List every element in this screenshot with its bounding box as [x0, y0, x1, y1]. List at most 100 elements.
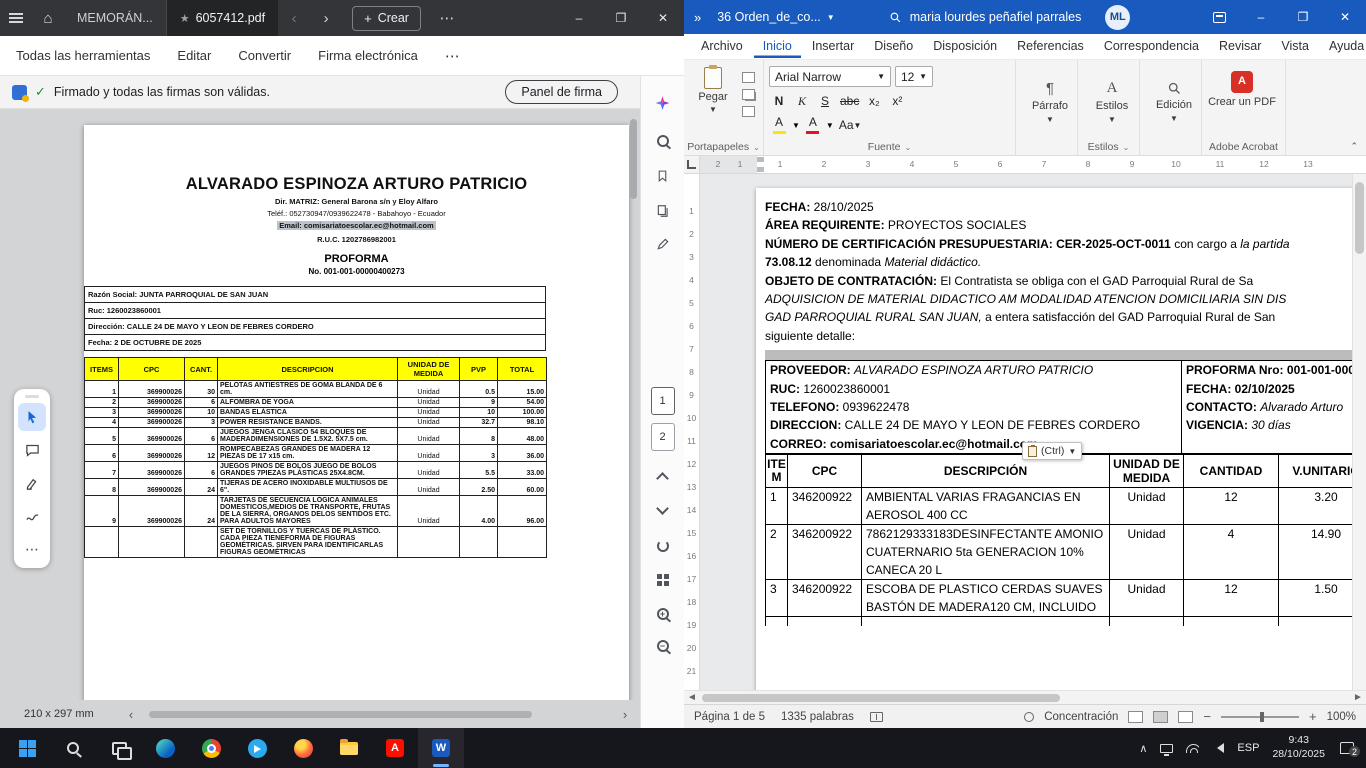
scroll-left-button[interactable]: ‹ — [124, 707, 138, 722]
word-horizontal-scrollbar[interactable]: ◄ ► — [684, 690, 1366, 704]
superscript-button[interactable]: x² — [887, 91, 907, 111]
web-layout-button[interactable] — [1178, 711, 1193, 723]
ribbon-tab-disposición[interactable]: Disposición — [924, 35, 1006, 58]
acrobat-home-button[interactable]: ⌂ — [32, 0, 64, 36]
bookmarks-button[interactable] — [648, 161, 678, 191]
ribbon-tab-correspondencia[interactable]: Correspondencia — [1095, 35, 1208, 58]
minimize-button[interactable]: – — [558, 0, 600, 36]
chrome-taskbar-button[interactable] — [188, 728, 234, 768]
page-box-1[interactable]: 1 — [651, 387, 675, 415]
paragraph-group-button[interactable]: ¶ Párrafo ▼ — [1021, 68, 1079, 136]
font-size-select[interactable]: 12▼ — [895, 66, 933, 87]
editing-group-button[interactable]: Edición ▼ — [1145, 68, 1203, 136]
ribbon-tab-diseño[interactable]: Diseño — [865, 35, 922, 58]
font-name-select[interactable]: Arial Narrow▼ — [769, 66, 891, 87]
dialog-launcher-icon[interactable]: ⌄ — [753, 143, 760, 152]
subscript-button[interactable]: x₂ — [864, 91, 884, 111]
clock[interactable]: 9:43 28/10/2025 — [1272, 734, 1325, 761]
vertical-ruler[interactable]: 123456789101112131415161718192021 — [684, 174, 700, 690]
forward-button[interactable]: › — [310, 0, 342, 36]
page-view-button[interactable] — [648, 565, 678, 595]
acrobat-taskbar-button[interactable]: A — [372, 728, 418, 768]
dialog-launcher-icon[interactable]: ⌄ — [905, 143, 912, 152]
ribbon-tab-inicio[interactable]: Inicio — [754, 35, 801, 58]
hidden-icons-button[interactable]: ∧ — [1139, 742, 1147, 755]
ribbon-tab-referencias[interactable]: Referencias — [1008, 35, 1093, 58]
back-button[interactable]: ‹ — [278, 0, 310, 36]
document-title[interactable]: 36 Orden_de_co...▼ — [717, 10, 834, 24]
menubar-item[interactable]: Todas las herramientas — [16, 48, 150, 63]
wifi-icon[interactable] — [1186, 743, 1199, 753]
zoom-in-button[interactable]: + — [1309, 709, 1317, 724]
dialog-launcher-icon[interactable]: ⌄ — [1123, 143, 1130, 152]
rotate-page-button[interactable] — [648, 531, 678, 561]
highlight-tool-button[interactable] — [18, 469, 46, 497]
ribbon-tab-revisar[interactable]: Revisar — [1210, 35, 1270, 58]
zoom-slider-thumb[interactable] — [1260, 712, 1264, 722]
pdf-vertical-scrollbar[interactable] — [630, 119, 637, 199]
pdf-horizontal-scrollbar[interactable] — [144, 710, 612, 719]
ribbon-tab-archivo[interactable]: Archivo — [692, 35, 752, 58]
quick-access-overflow-button[interactable]: » — [694, 10, 701, 25]
titlebar-more-button[interactable]: ⋯ — [431, 0, 463, 36]
tab-memorandum[interactable]: MEMORÁN... — [64, 0, 167, 36]
tab-pdf[interactable]: ★6057412.pdf — [167, 0, 278, 36]
paste-button[interactable]: Pegar ▼ — [691, 67, 735, 137]
menubar-item[interactable]: Editar — [177, 48, 211, 63]
scroll-right-button[interactable]: › — [618, 707, 632, 722]
italic-button[interactable]: K — [792, 91, 812, 111]
print-layout-button[interactable] — [1153, 711, 1168, 723]
task-view-taskbar-button[interactable] — [96, 728, 142, 768]
start-taskbar-button[interactable] — [4, 728, 50, 768]
scroll-right-button[interactable]: ► — [1350, 692, 1366, 703]
previous-page-button[interactable] — [648, 463, 678, 493]
next-page-button[interactable] — [648, 493, 678, 523]
ribbon-tab-insertar[interactable]: Insertar — [803, 35, 863, 58]
maximize-button[interactable]: ❐ — [1282, 0, 1324, 34]
close-button[interactable]: ✕ — [642, 0, 684, 36]
bold-button[interactable]: N — [769, 91, 789, 111]
close-button[interactable]: ✕ — [1324, 0, 1366, 34]
scrollbar-thumb[interactable] — [1355, 182, 1364, 254]
select-tool-button[interactable] — [18, 403, 46, 431]
search-document-button[interactable] — [648, 126, 678, 156]
draw-tool-button[interactable] — [18, 502, 46, 530]
display-icon[interactable] — [1160, 744, 1173, 753]
scrollbar-thumb[interactable] — [149, 711, 533, 718]
language-indicator[interactable]: ESP — [1237, 742, 1259, 754]
paste-options-button[interactable]: (Ctrl) ▼ — [1022, 442, 1082, 460]
cut-icon[interactable] — [742, 72, 755, 83]
scrollbar-thumb[interactable] — [702, 694, 1060, 702]
word-page[interactable]: FECHA: 28/10/2025ÁREA REQUIRENTE: PROYEC… — [756, 188, 1366, 690]
comment-tool-button[interactable] — [18, 436, 46, 464]
acrobat-menu-button[interactable] — [0, 0, 32, 36]
word-taskbar-button[interactable]: W — [418, 728, 464, 768]
maximize-button[interactable]: ❐ — [600, 0, 642, 36]
page-box-2[interactable]: 2 — [651, 423, 675, 451]
edge-taskbar-button[interactable] — [142, 728, 188, 768]
proofing-icon[interactable] — [870, 712, 883, 722]
styles-group-button[interactable]: A Estilos ▼ — [1083, 68, 1141, 136]
change-case-button[interactable]: Aa▼ — [837, 115, 864, 135]
text-highlight-button[interactable]: A — [769, 115, 789, 135]
minimize-button[interactable]: – — [1240, 0, 1282, 34]
focus-mode-button[interactable]: Concentración — [1044, 711, 1118, 723]
create-button[interactable]: +Crear — [352, 6, 421, 31]
zoom-slider[interactable] — [1221, 716, 1299, 718]
telegram-taskbar-button[interactable] — [234, 728, 280, 768]
file-explorer-taskbar-button[interactable] — [326, 728, 372, 768]
collapse-ribbon-button[interactable]: ⌃ — [1350, 141, 1358, 152]
signature-panel-button[interactable]: Panel de firma — [505, 80, 618, 104]
copy-icon[interactable] — [742, 89, 755, 100]
format-painter-icon[interactable] — [742, 106, 755, 117]
create-pdf-button[interactable]: A Crear un PDF — [1207, 71, 1277, 109]
page-indicator[interactable]: Página 1 de 5 — [694, 711, 765, 723]
volume-icon[interactable] — [1212, 743, 1224, 753]
firefox-taskbar-button[interactable] — [280, 728, 326, 768]
underline-button[interactable]: S — [815, 91, 835, 111]
menubar-item[interactable]: Convertir — [238, 48, 291, 63]
menubar-more-button[interactable]: ⋯ — [445, 47, 460, 65]
read-mode-button[interactable] — [1128, 711, 1143, 723]
scroll-left-button[interactable]: ◄ — [684, 692, 700, 703]
zoom-out-button[interactable]: − — [648, 631, 678, 661]
